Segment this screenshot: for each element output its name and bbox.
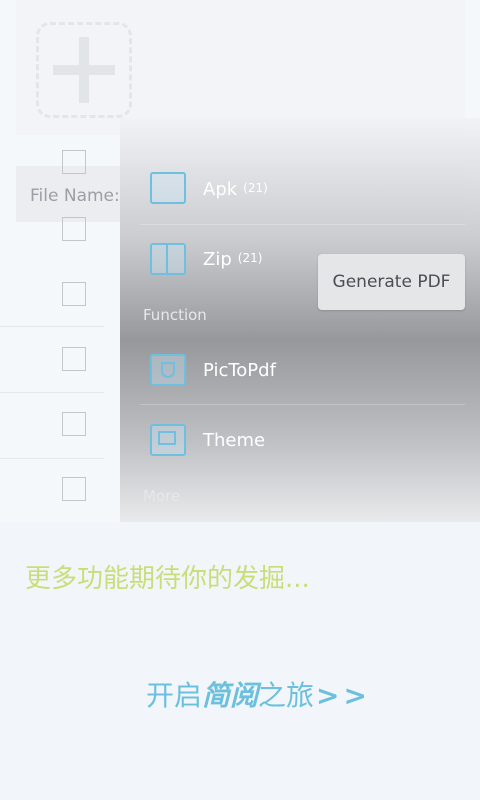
arrows-icon: >>	[316, 679, 371, 712]
section-more: More	[143, 487, 181, 505]
add-file-icon[interactable]	[36, 22, 132, 118]
checkbox[interactable]	[62, 150, 86, 174]
row-divider	[0, 392, 104, 393]
theme-icon	[150, 424, 186, 456]
menu-item-apk[interactable]: Apk (21)	[203, 179, 268, 200]
checkbox[interactable]	[62, 477, 86, 501]
menu-divider	[140, 404, 465, 405]
checkbox[interactable]	[62, 217, 86, 241]
apk-icon	[150, 172, 186, 204]
checkbox[interactable]	[62, 282, 86, 306]
zip-icon	[150, 243, 186, 275]
filename-label: File Name:	[30, 186, 120, 206]
promo-text: 更多功能期待你的发掘...	[25, 564, 310, 594]
start-suffix: 之旅	[258, 679, 315, 712]
menu-item-theme[interactable]: Theme	[203, 430, 265, 451]
row-divider	[0, 458, 104, 459]
start-journey-button[interactable]: 开启简阅之旅>>	[146, 674, 371, 714]
menu-item-pictopdf[interactable]: PicToPdf	[203, 360, 276, 381]
row-divider	[0, 326, 104, 327]
section-function: Function	[143, 306, 207, 324]
menu-item-zip[interactable]: Zip (21)	[203, 249, 262, 270]
checkbox[interactable]	[62, 412, 86, 436]
app-screenshot-area: File Name: Apk (21) Zip (21) Function PicT…	[0, 0, 480, 522]
menu-divider	[140, 224, 465, 225]
start-prefix: 开启	[146, 679, 203, 712]
generate-pdf-button[interactable]: Generate PDF	[318, 254, 465, 310]
pictopdf-icon	[150, 354, 186, 386]
checkbox[interactable]	[62, 347, 86, 371]
brand-name: 简阅	[202, 679, 259, 712]
